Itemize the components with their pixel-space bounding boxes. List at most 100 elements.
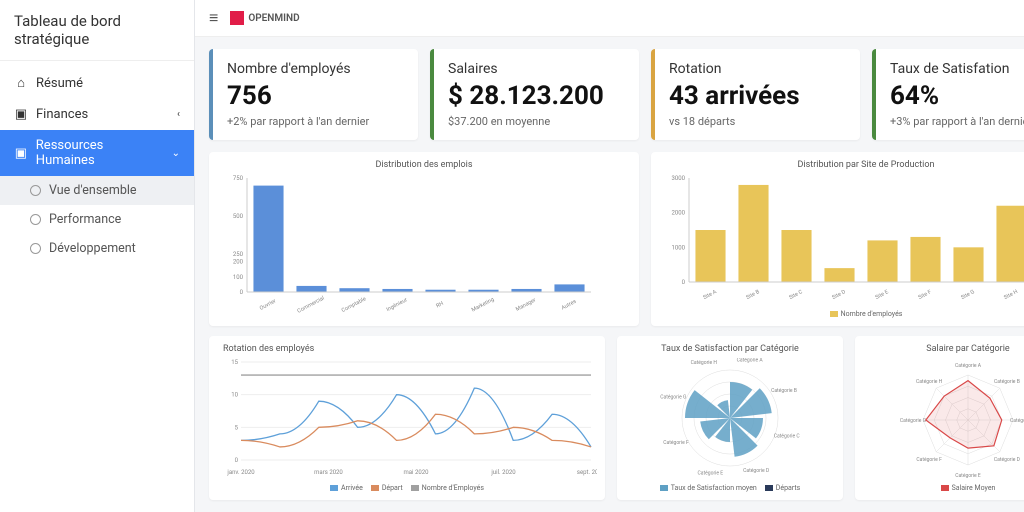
- svg-text:10: 10: [231, 392, 238, 399]
- nav-item-résumé[interactable]: ⌂ Résumé: [0, 67, 194, 99]
- svg-text:0: 0: [240, 289, 244, 296]
- logo-text: OPENMIND: [248, 13, 299, 24]
- svg-text:3000: 3000: [672, 175, 686, 182]
- svg-text:Catégorie E: Catégorie E: [955, 473, 981, 478]
- svg-text:mai 2020: mai 2020: [404, 469, 430, 476]
- svg-text:5: 5: [235, 424, 239, 431]
- sub-label: Développement: [49, 241, 136, 256]
- radio-icon: [30, 185, 41, 196]
- topbar: ≡ OPENMIND: [195, 0, 1024, 37]
- chart-salaire: Salaire par Catégorie Catégorie ACatégor…: [855, 336, 1024, 500]
- svg-text:Catégorie A: Catégorie A: [955, 363, 982, 369]
- svg-text:Catégorie C: Catégorie C: [1010, 418, 1024, 424]
- svg-text:Catégorie G: Catégorie G: [900, 418, 927, 424]
- sub-label: Vue d'ensemble: [49, 183, 137, 198]
- svg-text:200: 200: [233, 259, 244, 266]
- chart-sites: Distribution par Site de Production 0 100…: [651, 152, 1024, 326]
- hamburger-icon[interactable]: ≡: [209, 8, 218, 28]
- chart-icon: ▣: [14, 107, 28, 122]
- kpi-card: Taux de Satisfation 64% +3% par rapport à …: [872, 49, 1024, 140]
- svg-text:Catégorie D: Catégorie D: [743, 468, 769, 474]
- chart-satisfaction: Taux de Satisfaction par Catégorie Catég…: [617, 336, 843, 500]
- svg-text:Autres: Autres: [561, 299, 578, 312]
- card-title: Taux de Satisfation: [890, 61, 1024, 77]
- card-value: 64%: [890, 81, 1024, 111]
- svg-text:100: 100: [233, 274, 244, 281]
- svg-text:Site C: Site C: [788, 289, 804, 301]
- nav-label: Résumé: [36, 76, 83, 91]
- radio-icon: [30, 243, 41, 254]
- kpi-cards: Nombre d'employés 756 +2% par rapport à l'…: [209, 49, 1024, 140]
- svg-text:Catégorie H: Catégorie H: [916, 379, 943, 385]
- chart-jobs: Distribution des emplois 0 100 200250 500 75…: [209, 152, 639, 326]
- svg-text:juil. 2020: juil. 2020: [490, 469, 516, 476]
- card-value: 756: [227, 81, 404, 111]
- app-title: Tableau de bord stratégique: [0, 0, 194, 61]
- svg-text:Site G: Site G: [960, 289, 976, 301]
- sub-item-d-veloppement[interactable]: Développement: [0, 234, 194, 263]
- svg-text:2000: 2000: [672, 210, 686, 217]
- svg-text:0: 0: [682, 279, 686, 286]
- chart-rotation: Rotation des employés 0 5 10 15 janv. 2020 ma…: [209, 336, 605, 500]
- chart-title: Rotation des employés: [217, 344, 597, 354]
- nav-item-finances[interactable]: ▣ Finances ‹: [0, 99, 194, 130]
- svg-text:janv. 2020: janv. 2020: [226, 469, 255, 476]
- card-sub: +3% par rapport à l'an dernier: [890, 115, 1024, 128]
- card-sub: vs 18 départs: [669, 115, 846, 128]
- logo-mark: [230, 11, 244, 25]
- chart-sites-svg: 0 1000 2000 3000 Site A Site B Site C Site D Sit…: [659, 174, 1024, 304]
- chart-title: Distribution des emplois: [217, 160, 631, 170]
- sub-item-vue-d-ensemble[interactable]: Vue d'ensemble: [0, 176, 194, 205]
- svg-text:Catégorie C: Catégorie C: [774, 434, 801, 440]
- chart-salaire-legend: Salaire Moyen: [863, 484, 1024, 492]
- svg-text:Ouvrier: Ouvrier: [259, 298, 277, 312]
- svg-text:Catégorie B: Catégorie B: [994, 379, 1020, 385]
- kpi-card: Rotation43 arrivéesvs 18 départs: [651, 49, 860, 140]
- kpi-card: Nombre d'employés 756 +2% par rapport à l'…: [209, 49, 418, 140]
- svg-text:Catégorie E: Catégorie E: [698, 471, 724, 477]
- chart-title: Distribution par Site de Production: [659, 160, 1024, 170]
- content: Nombre d'employés 756 +2% par rapport à l'…: [195, 37, 1024, 512]
- svg-text:0: 0: [235, 457, 239, 464]
- svg-text:Marketing: Marketing: [471, 297, 496, 314]
- svg-text:Site A: Site A: [702, 289, 718, 301]
- svg-text:Catégorie H: Catégorie H: [691, 360, 718, 366]
- svg-text:mars 2020: mars 2020: [314, 469, 343, 476]
- card-title: Nombre d'employés: [227, 61, 404, 77]
- svg-text:sept. 2020: sept. 2020: [577, 469, 597, 476]
- nav-label: Finances: [36, 107, 88, 122]
- card-title: Salaires: [448, 61, 625, 77]
- svg-text:15: 15: [231, 359, 238, 366]
- chart-icon: ▣: [14, 146, 28, 161]
- svg-text:Ingénieur: Ingénieur: [386, 297, 409, 313]
- card-title: Rotation: [669, 61, 846, 77]
- nav: ⌂ Résumé ▣ Finances ‹ ▣ Ressources Humaines ⌄ Vu…: [0, 61, 194, 263]
- svg-text:Manager: Manager: [515, 297, 537, 313]
- svg-text:Site B: Site B: [745, 289, 761, 301]
- card-sub: +2% par rapport à l'an dernier: [227, 115, 404, 128]
- chevron-icon: ⌄: [172, 148, 180, 159]
- sub-label: Performance: [49, 212, 121, 227]
- svg-text:Catégorie D: Catégorie D: [994, 457, 1020, 463]
- sidebar: Tableau de bord stratégique ⌂ Résumé ▣ Fina…: [0, 0, 195, 512]
- chevron-icon: ‹: [177, 109, 180, 120]
- chart-satisfaction-svg: Catégorie ACatégorie BCatégorie CCatégor…: [625, 358, 835, 478]
- sub-item-performance[interactable]: Performance: [0, 205, 194, 234]
- svg-text:750: 750: [233, 175, 244, 182]
- svg-text:500: 500: [233, 213, 244, 220]
- nav-item-ressources-humaines[interactable]: ▣ Ressources Humaines ⌄: [0, 130, 194, 176]
- card-value: $ 28.123.200: [448, 81, 625, 111]
- logo[interactable]: OPENMIND: [230, 11, 299, 25]
- chart-rotation-svg: 0 5 10 15 janv. 2020 mars 2020 mai 2020 juil. 2…: [217, 358, 597, 478]
- svg-text:Comptable: Comptable: [341, 296, 368, 314]
- svg-text:250: 250: [233, 251, 244, 258]
- chart-satisfaction-legend: Taux de Satisfaction moyenDéparts: [625, 484, 835, 492]
- home-icon: ⌂: [14, 75, 28, 91]
- chart-title: Taux de Satisfaction par Catégorie: [625, 344, 835, 354]
- svg-text:Catégorie F: Catégorie F: [663, 440, 689, 446]
- chart-salaire-svg: Catégorie A Catégorie B Catégorie C Catégor…: [863, 358, 1024, 478]
- svg-text:Site E: Site E: [875, 289, 890, 301]
- svg-text:Site D: Site D: [831, 289, 847, 301]
- svg-text:1000: 1000: [672, 244, 686, 251]
- nav-label: Ressources Humaines: [36, 138, 164, 168]
